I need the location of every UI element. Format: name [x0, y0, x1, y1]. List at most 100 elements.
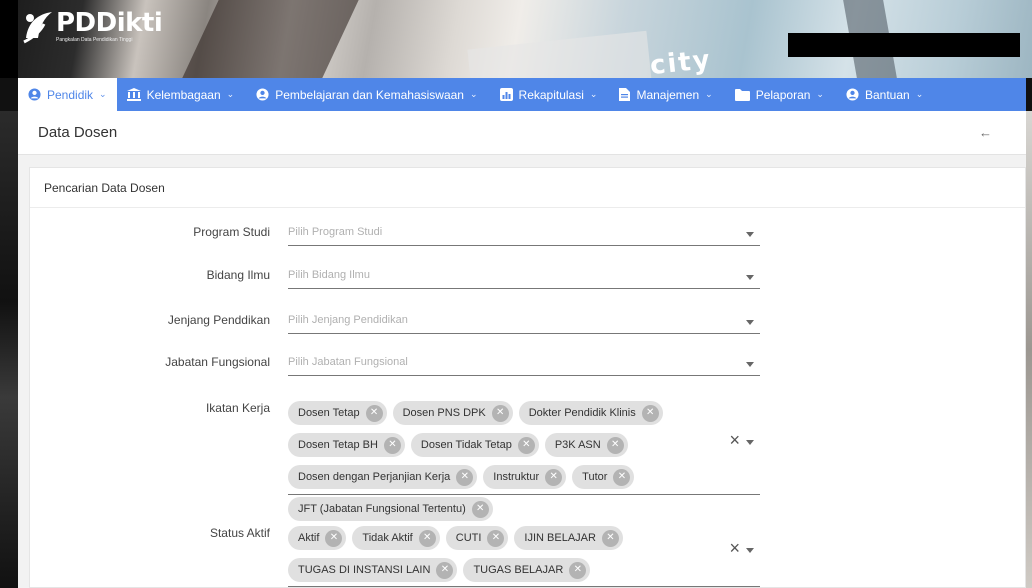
jabatan-label: Jabatan Fungsional [165, 355, 270, 369]
selected-chip: Dokter Pendidik Klinis ✕ [518, 401, 663, 425]
document-icon [619, 88, 631, 101]
user-circle-icon [256, 88, 269, 101]
chevron-down-icon: ⌄ [226, 89, 235, 99]
selected-chip: Dosen Tetap ✕ [288, 401, 387, 425]
pddikti-logo[interactable]: PDDikti Pangkalan Data Pendidikan Tinggi [22, 8, 163, 44]
chip-label: Dosen dengan Perjanjian Kerja [298, 471, 451, 483]
program-studi-placeholder: Pilih Program Studi [288, 226, 383, 238]
arrow-left-icon[interactable]: ← [979, 125, 992, 140]
selected-chip: Dosen Tidak Tetap ✕ [410, 433, 539, 457]
chip-remove-icon[interactable]: ✕ [383, 436, 401, 454]
nav-item-manajemen[interactable]: Manajemen ⌄ [609, 78, 724, 111]
caret-down-icon[interactable] [746, 232, 754, 237]
selected-chip: IJIN BELAJAR ✕ [514, 526, 623, 550]
clear-selection-icon[interactable]: × [729, 430, 740, 451]
nav-item-pelaporan[interactable]: Pelaporan ⌄ [725, 78, 836, 111]
caret-down-icon[interactable] [746, 320, 754, 325]
selected-chip: CUTI ✕ [445, 526, 509, 550]
bidang-ilmu-select[interactable]: Pilih Bidang Ilmu [288, 266, 760, 289]
status-aktif-label: Status Aktif [209, 526, 270, 540]
caret-down-icon[interactable] [746, 440, 754, 445]
logo-title: PDDikti [56, 8, 163, 38]
banner-decoration [467, 30, 653, 78]
chip-label: TUGAS DI INSTANSI LAIN [298, 564, 431, 576]
caret-down-icon[interactable] [746, 362, 754, 367]
chip-label: Dokter Pendidik Klinis [528, 407, 636, 419]
chip-remove-icon[interactable]: ✕ [545, 468, 563, 486]
main-nav: Pendidik ⌄ Kelembagaan ⌄ Pembelajaran da… [18, 78, 1026, 111]
jenjang-placeholder: Pilih Jenjang Pendidikan [288, 314, 408, 326]
main-content: Pencarian Data Dosen Program Studi Pilih… [18, 155, 1026, 588]
chip-label: CUTI [455, 532, 482, 544]
selected-chip: Dosen dengan Perjanjian Kerja ✕ [288, 465, 478, 489]
nav-item-rekapitulasi[interactable]: Rekapitulasi ⌄ [490, 78, 610, 111]
chip-remove-icon[interactable]: ✕ [365, 404, 383, 422]
chip-label: Tidak Aktif [362, 532, 413, 544]
nav-item-kelembagaan[interactable]: Kelembagaan ⌄ [117, 78, 247, 111]
nav-label: Pendidik [47, 87, 94, 102]
selected-chip: Tutor ✕ [572, 465, 635, 489]
chip-remove-icon[interactable]: ✕ [569, 561, 587, 579]
chip-label: Tutor [582, 471, 608, 483]
chip-remove-icon[interactable]: ✕ [325, 529, 343, 547]
chip-remove-icon[interactable]: ✕ [418, 529, 436, 547]
institution-icon [126, 88, 141, 101]
ikatan-kerja-label: Ikatan Kerja [205, 401, 270, 415]
selected-chip: Tidak Aktif ✕ [352, 526, 440, 550]
program-studi-label: Program Studi [193, 225, 270, 239]
status-aktif-chips: Aktif ✕ Tidak Aktif ✕ CUTI ✕ IJIN BELAJAR ✕ TUGA… [288, 522, 720, 588]
jabatan-select[interactable]: Pilih Jabatan Fungsional [288, 353, 760, 376]
jabatan-placeholder: Pilih Jabatan Fungsional [288, 356, 408, 368]
nav-label: Manajemen [636, 87, 700, 102]
nav-item-pembelajaran[interactable]: Pembelajaran dan Kemahasiswaan ⌄ [246, 78, 489, 111]
chip-label: P3K ASN [554, 439, 601, 451]
ikatan-kerja-multiselect[interactable]: Dosen Tetap ✕ Dosen PNS DPK ✕ Dokter Pendidi… [288, 397, 760, 521]
chevron-down-icon: ⌄ [99, 89, 107, 99]
chip-label: Aktif [298, 532, 320, 544]
chip-label: Dosen Tetap BH [298, 439, 378, 451]
nav-label: Pembelajaran dan Kemahasiswaan [275, 87, 464, 102]
bidang-ilmu-placeholder: Pilih Bidang Ilmu [288, 269, 370, 281]
chart-icon [499, 88, 513, 101]
nav-label: Pelaporan [755, 87, 811, 102]
caret-down-icon[interactable] [746, 275, 754, 280]
chip-remove-icon[interactable]: ✕ [613, 468, 631, 486]
selected-chip: Instruktur ✕ [483, 465, 567, 489]
chip-remove-icon[interactable]: ✕ [606, 436, 624, 454]
status-aktif-multiselect[interactable]: Aktif ✕ Tidak Aktif ✕ CUTI ✕ IJIN BELAJAR ✕ TUGA… [288, 522, 760, 587]
chip-remove-icon[interactable]: ✕ [641, 404, 659, 422]
chip-label: Instruktur [493, 471, 540, 483]
chip-remove-icon[interactable]: ✕ [517, 436, 535, 454]
chip-label: JFT (Jabatan Fungsional Tertentu) [298, 503, 466, 515]
chip-remove-icon[interactable]: ✕ [471, 500, 489, 518]
nav-item-bantuan[interactable]: Bantuan ⌄ [836, 78, 935, 111]
search-card: Pencarian Data Dosen Program Studi Pilih… [29, 167, 1026, 588]
selected-chip: TUGAS DI INSTANSI LAIN ✕ [288, 558, 458, 582]
background-edge [1026, 111, 1032, 588]
chip-remove-icon[interactable]: ✕ [456, 468, 474, 486]
selected-chip: Aktif ✕ [288, 526, 347, 550]
header-banner: city PDDikti Pangkalan Data Pendidikan T… [0, 0, 1032, 78]
page-title: Data Dosen [38, 124, 118, 141]
chip-label: Dosen Tetap [298, 407, 360, 419]
program-studi-select[interactable]: Pilih Program Studi [288, 223, 760, 246]
caret-down-icon[interactable] [746, 548, 754, 553]
clear-selection-icon[interactable]: × [729, 538, 740, 559]
nav-label: Kelembagaan [146, 87, 221, 102]
chip-remove-icon[interactable]: ✕ [491, 404, 509, 422]
nav-label: Bantuan [864, 87, 910, 102]
chip-remove-icon[interactable]: ✕ [601, 529, 619, 547]
chevron-down-icon: ⌄ [469, 89, 478, 99]
jenjang-label: Jenjang Penddikan [167, 313, 270, 327]
selected-chip: Dosen Tetap BH ✕ [288, 433, 405, 457]
nav-label: Rekapitulasi [518, 87, 584, 102]
selected-chip: JFT (Jabatan Fungsional Tertentu) ✕ [288, 497, 493, 521]
chip-remove-icon[interactable]: ✕ [436, 561, 454, 579]
background-edge [0, 111, 18, 588]
jenjang-select[interactable]: Pilih Jenjang Pendidikan [288, 311, 760, 334]
nav-item-pendidik[interactable]: Pendidik ⌄ [18, 78, 117, 111]
ikatan-kerja-chips: Dosen Tetap ✕ Dosen PNS DPK ✕ Dokter Pendidi… [288, 397, 720, 529]
chip-remove-icon[interactable]: ✕ [487, 529, 505, 547]
chevron-down-icon: ⌄ [589, 89, 598, 99]
selected-chip: P3K ASN ✕ [544, 433, 628, 457]
